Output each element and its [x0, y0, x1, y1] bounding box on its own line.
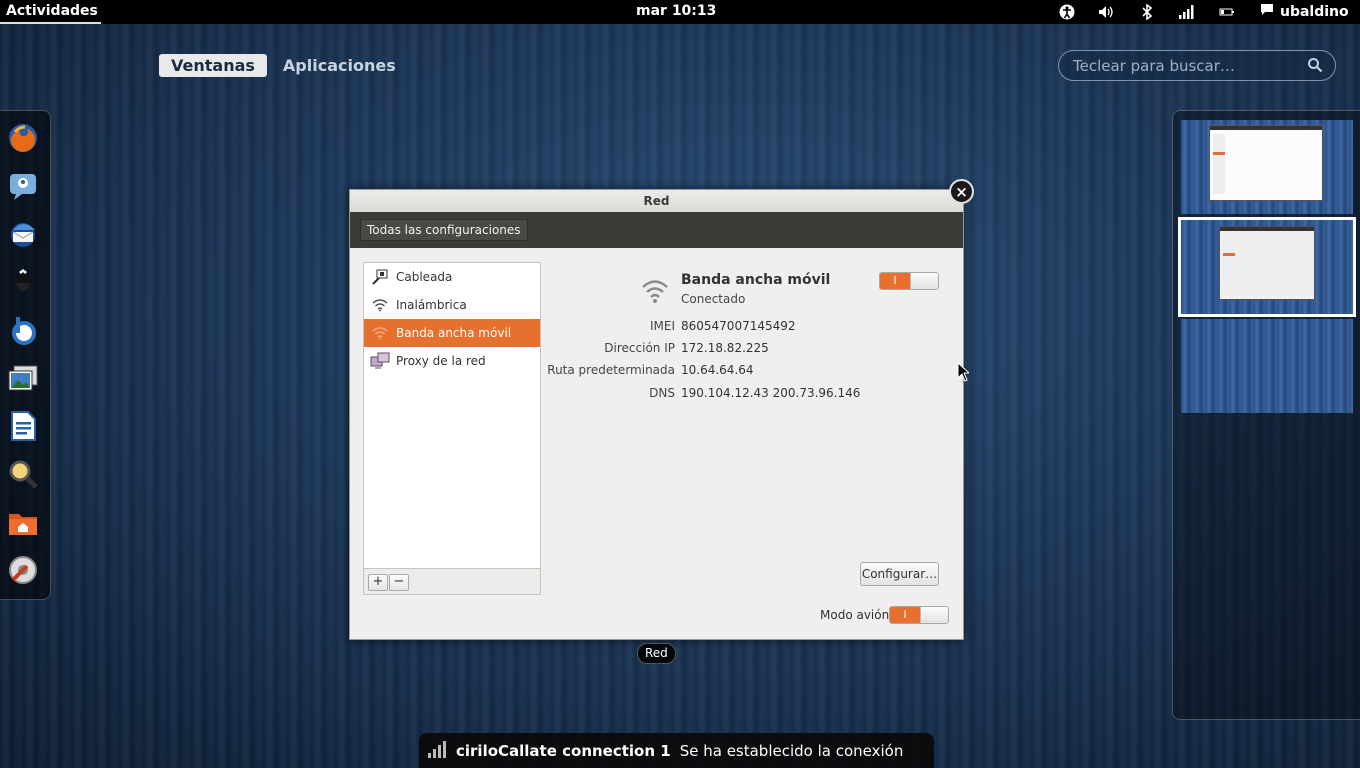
- imei-label: IMEI: [649, 319, 675, 333]
- user-name: ubaldino: [1280, 3, 1349, 20]
- banshee-icon[interactable]: [6, 313, 40, 347]
- home-folder-icon[interactable]: [6, 505, 40, 539]
- notification-banner[interactable]: ciriloCallate connection 1 Se ha estable…: [419, 733, 934, 768]
- toggle-on-label: I: [880, 273, 910, 289]
- search-icon: [1307, 57, 1323, 77]
- signal-icon[interactable]: [1177, 4, 1195, 20]
- imei-value: 860547007145492: [681, 319, 796, 333]
- connection-label: Cableada: [396, 270, 453, 284]
- dns-label: DNS: [649, 386, 675, 400]
- ip-address-label: Dirección IP: [604, 341, 675, 355]
- thunderbird-icon[interactable]: [6, 217, 40, 251]
- dns-value: 190.104.12.43 200.73.96.146: [681, 386, 861, 400]
- connection-item-wireless[interactable]: Inalámbrica: [364, 291, 540, 319]
- writer-icon[interactable]: [6, 409, 40, 443]
- user-menu[interactable]: ubaldino: [1260, 3, 1349, 20]
- workspace-thumbnail-3[interactable]: [1181, 319, 1353, 413]
- notification-body: Se ha establecido la conexión: [679, 741, 904, 760]
- search-placeholder: Teclear para buscar…: [1073, 57, 1235, 75]
- empathy-icon[interactable]: [6, 169, 40, 203]
- device-name: Banda ancha móvil: [681, 272, 831, 288]
- toggle-knob: [910, 273, 938, 289]
- window-toolbar: Todas las configuraciones: [350, 212, 963, 248]
- default-route-value: 10.64.64.64: [681, 363, 754, 377]
- ip-address-value: 172.18.82.225: [681, 341, 769, 355]
- workspace-thumbnail-2[interactable]: [1178, 217, 1356, 317]
- activities-button[interactable]: Actividades: [6, 3, 98, 19]
- chat-icon: [1260, 3, 1274, 20]
- airplane-mode-label: Modo avión: [820, 608, 890, 622]
- accessibility-icon[interactable]: [1058, 4, 1076, 20]
- toggle-on-label: I: [890, 607, 920, 623]
- connection-item-wired[interactable]: Cableada: [364, 263, 540, 291]
- connection-label: Proxy de la red: [396, 354, 486, 368]
- mobile-broadband-icon: [640, 276, 670, 310]
- window-caption: Red: [637, 643, 676, 664]
- notification-title: ciriloCallate connection 1: [456, 741, 671, 760]
- activities-indicator: [0, 22, 101, 24]
- battery-icon[interactable]: [1218, 4, 1236, 20]
- wifi-icon: [364, 298, 396, 312]
- workspace-thumbnail-1[interactable]: [1181, 120, 1353, 214]
- tab-applications[interactable]: Aplicaciones: [271, 54, 408, 77]
- list-toolbar: + −: [364, 568, 540, 594]
- add-connection-button[interactable]: +: [368, 574, 388, 591]
- remove-connection-button[interactable]: −: [389, 574, 409, 591]
- search-input[interactable]: Teclear para buscar…: [1058, 50, 1336, 81]
- configure-button[interactable]: Configurar…: [860, 562, 939, 586]
- top-panel: Actividades mar 10:13 ubaldino: [0, 0, 1360, 24]
- proxy-icon: [364, 352, 396, 370]
- window-title: Red: [350, 190, 963, 212]
- connection-list: Cableada Inalámbrica Banda ancha móvil P…: [363, 262, 541, 595]
- settings-icon[interactable]: [6, 553, 40, 587]
- window-thumbnail[interactable]: [1219, 226, 1315, 300]
- dash: [0, 110, 51, 600]
- connection-label: Inalámbrica: [396, 298, 467, 312]
- toggle-knob: [920, 607, 948, 623]
- airplane-mode-toggle[interactable]: I: [889, 606, 949, 624]
- firefox-icon[interactable]: [6, 121, 40, 155]
- shotwell-icon[interactable]: [6, 361, 40, 395]
- network-settings-window[interactable]: Red Todas las configuraciones Cableada I…: [349, 189, 964, 640]
- view-selector: Ventanas Aplicaciones: [159, 54, 408, 77]
- signal-icon: [427, 740, 447, 762]
- mobile-broadband-icon: [364, 326, 396, 340]
- close-window-button[interactable]: ×: [949, 179, 974, 204]
- wired-icon: [364, 268, 396, 286]
- connection-item-mobile-broadband[interactable]: Banda ancha móvil: [364, 319, 540, 347]
- window-thumbnail[interactable]: [1209, 125, 1323, 201]
- close-icon: ×: [955, 182, 968, 201]
- connection-item-proxy[interactable]: Proxy de la red: [364, 347, 540, 375]
- bluetooth-icon[interactable]: [1138, 4, 1156, 20]
- all-settings-button[interactable]: Todas las configuraciones: [360, 219, 528, 241]
- volume-icon[interactable]: [1097, 4, 1115, 20]
- workspace-switcher: [1172, 110, 1360, 720]
- connection-label: Banda ancha móvil: [396, 326, 512, 340]
- search-tool-icon[interactable]: [6, 457, 40, 491]
- clock[interactable]: mar 10:13: [636, 3, 716, 19]
- default-route-label: Ruta predeterminada: [547, 363, 675, 377]
- mouse-pointer-icon: [957, 361, 971, 386]
- tab-windows[interactable]: Ventanas: [159, 54, 267, 77]
- device-status: Conectado: [681, 292, 746, 306]
- inkscape-icon[interactable]: [6, 265, 40, 299]
- device-toggle[interactable]: I: [879, 272, 939, 290]
